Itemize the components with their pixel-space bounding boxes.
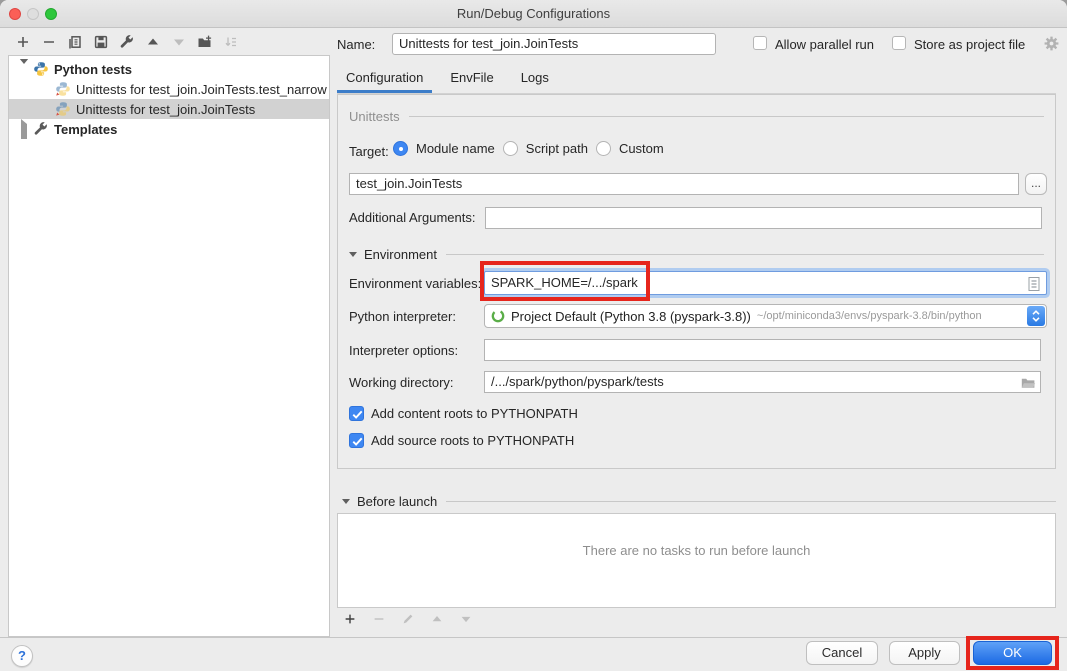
python-test-icon [55, 101, 71, 117]
add-icon[interactable] [342, 611, 358, 627]
edit-pencil-icon [400, 611, 416, 627]
ok-button[interactable]: OK [973, 641, 1052, 665]
content-roots-checkbox[interactable] [349, 406, 364, 421]
move-up-icon [429, 611, 445, 627]
move-down-icon [171, 34, 187, 50]
run-debug-configurations-dialog: Run/Debug Configurations Python tests [0, 0, 1067, 671]
sort-alphabetically-icon [223, 34, 239, 50]
before-launch-toolbar [342, 611, 474, 627]
new-folder-icon[interactable] [197, 34, 213, 50]
tree-item-label: Unittests for test_join.JoinTests.test_n… [76, 82, 327, 97]
chevron-right-icon[interactable] [19, 124, 29, 134]
configuration-panel: Unittests Target: Module name Script pat… [337, 94, 1056, 469]
cancel-button[interactable]: Cancel [806, 641, 878, 665]
environment-group-label: Environment [364, 247, 437, 262]
working-directory-value: /.../spark/python/pyspark/tests [491, 374, 664, 389]
radio-custom-label: Custom [619, 141, 664, 156]
store-as-project-file-label: Store as project file [914, 37, 1025, 52]
before-launch-header[interactable]: Before launch [337, 494, 1056, 509]
working-directory-input[interactable]: /.../spark/python/pyspark/tests [484, 371, 1041, 393]
configurations-toolbar [15, 34, 239, 50]
radio-custom[interactable] [596, 141, 611, 156]
configurations-tree: Python tests Unittests for test_join.Joi… [8, 55, 330, 637]
collapse-arrow-icon[interactable] [342, 499, 350, 504]
apply-button[interactable]: Apply [889, 641, 960, 665]
tab-envfile[interactable]: EnvFile [450, 66, 493, 90]
tree-item-python-tests[interactable]: Python tests [9, 59, 329, 79]
save-configuration-icon[interactable] [93, 34, 109, 50]
tree-item-unittests-jointests-selected[interactable]: Unittests for test_join.JoinTests [9, 99, 329, 119]
interpreter-options-input[interactable] [484, 339, 1041, 361]
radio-module-name-label: Module name [416, 141, 495, 156]
additional-arguments-input[interactable] [485, 207, 1042, 229]
environment-variables-input[interactable]: SPARK_HOME=/.../spark [484, 271, 1047, 295]
radio-script-path[interactable] [503, 141, 518, 156]
allow-parallel-run-checkbox[interactable] [753, 36, 767, 50]
help-button[interactable]: ? [11, 645, 33, 667]
environment-variables-label: Environment variables: [349, 276, 481, 291]
working-directory-label: Working directory: [349, 375, 454, 390]
allow-parallel-run-label: Allow parallel run [775, 37, 874, 52]
collapse-arrow-icon[interactable] [349, 252, 357, 257]
move-down-icon [458, 611, 474, 627]
source-roots-label: Add source roots to PYTHONPATH [371, 433, 574, 448]
unittests-group-header: Unittests [349, 109, 1044, 124]
conda-environment-icon [490, 308, 506, 324]
add-icon[interactable] [15, 34, 31, 50]
tab-bar: Configuration EnvFile Logs [346, 66, 549, 90]
before-launch-label: Before launch [357, 494, 437, 509]
tree-item-label: Templates [54, 122, 117, 137]
environment-group-header[interactable]: Environment [349, 247, 1044, 262]
browse-button[interactable]: ... [1025, 173, 1047, 195]
python-icon [33, 61, 49, 77]
radio-script-path-label: Script path [526, 141, 588, 156]
target-label: Target: [349, 144, 389, 159]
remove-icon [371, 611, 387, 627]
content-roots-checkbox-row: Add content roots to PYTHONPATH [349, 406, 578, 421]
radio-module-name[interactable] [393, 141, 408, 156]
interpreter-options-label: Interpreter options: [349, 343, 458, 358]
before-launch-empty-text: There are no tasks to run before launch [583, 543, 811, 558]
store-as-project-file-checkbox[interactable] [892, 36, 906, 50]
tree-item-unittests-test-narrow[interactable]: Unittests for test_join.JoinTests.test_n… [9, 79, 329, 99]
source-roots-checkbox-row: Add source roots to PYTHONPATH [349, 433, 574, 448]
bottom-divider [0, 637, 1067, 638]
gear-icon[interactable] [1043, 35, 1060, 55]
unittests-group-label: Unittests [349, 109, 400, 124]
environment-variables-value: SPARK_HOME=/.../spark [491, 275, 638, 290]
dropdown-stepper-icon[interactable] [1027, 306, 1045, 326]
edit-templates-icon[interactable] [119, 34, 135, 50]
window-title: Run/Debug Configurations [0, 0, 1067, 27]
browse-variables-icon[interactable] [1027, 276, 1041, 299]
wrench-icon [33, 121, 49, 137]
chevron-down-icon[interactable] [19, 64, 29, 74]
tree-item-label: Python tests [54, 62, 132, 77]
tab-configuration[interactable]: Configuration [346, 66, 423, 90]
target-input[interactable]: test_join.JoinTests [349, 173, 1019, 195]
name-label: Name: [337, 37, 375, 52]
titlebar: Run/Debug Configurations [0, 0, 1067, 28]
additional-arguments-label: Additional Arguments: [349, 210, 475, 225]
copy-icon[interactable] [67, 34, 83, 50]
tree-item-label: Unittests for test_join.JoinTests [76, 102, 255, 117]
move-up-icon[interactable] [145, 34, 161, 50]
target-radio-group: Module name Script path Custom [393, 141, 664, 156]
remove-icon[interactable] [41, 34, 57, 50]
tree-item-templates[interactable]: Templates [9, 119, 329, 139]
folder-icon[interactable] [1020, 375, 1036, 393]
python-interpreter-select[interactable]: Project Default (Python 3.8 (pyspark-3.8… [484, 304, 1047, 328]
name-input[interactable]: Unittests for test_join.JoinTests [392, 33, 716, 55]
python-test-icon [55, 81, 71, 97]
python-interpreter-path: ~/opt/miniconda3/envs/pyspark-3.8/bin/py… [757, 310, 982, 322]
content-roots-label: Add content roots to PYTHONPATH [371, 406, 578, 421]
python-interpreter-value: Project Default (Python 3.8 (pyspark-3.8… [511, 309, 751, 324]
source-roots-checkbox[interactable] [349, 433, 364, 448]
tab-logs[interactable]: Logs [521, 66, 549, 90]
before-launch-task-list: There are no tasks to run before launch [337, 513, 1056, 608]
python-interpreter-label: Python interpreter: [349, 309, 456, 324]
